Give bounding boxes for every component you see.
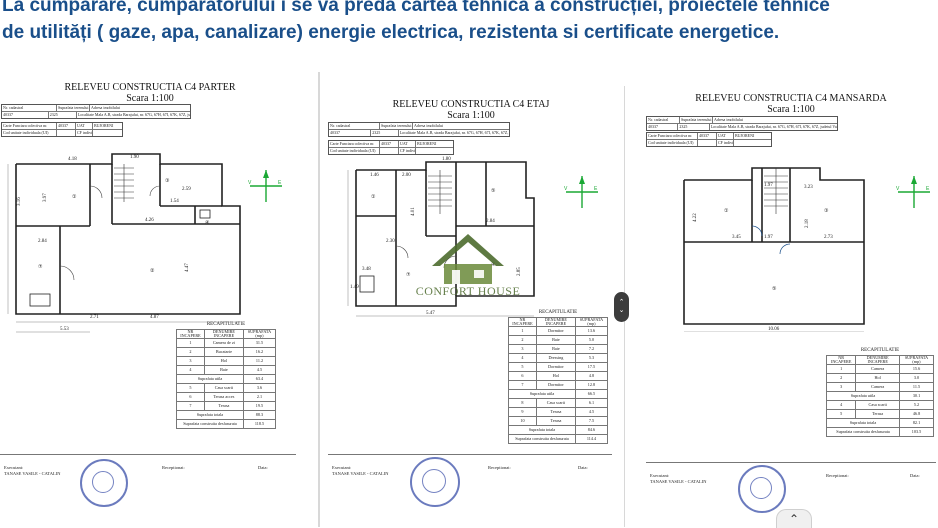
heading-line-1: La cumpărare, cumpăratorului i se va pre… [2,0,830,16]
floor-plan-sheet-etaj: RELEVEU CONSTRUCTIA C4 ETAJ Scara 1:100 … [326,82,616,527]
north-arrow-icon: EV [564,174,600,210]
page-heading: La cumpărare, cumpăratorului i se va pre… [2,0,938,46]
svg-text:1.80: 1.80 [442,157,451,162]
svg-text:1.54: 1.54 [170,199,179,204]
svg-text:3.23: 3.23 [804,185,813,190]
svg-text:4.87: 4.87 [150,315,159,320]
svg-text:1.97: 1.97 [764,235,773,240]
recap-table-etaj: RECAPITULATIE NR INCAPERE DENUMIRE INCAPE… [508,310,609,444]
svg-text:1.97: 1.97 [764,183,773,188]
north-arrow-icon: EV [248,168,284,204]
sheet-title: RELEVEU CONSTRUCTIA C4 ETAJ [392,99,550,110]
svg-text:E: E [278,180,282,186]
cf-header-table: Carte Funciara colectiva nr. 40337 UAT BUJO… [646,132,772,147]
cadastral-header-table: Nr. cadastralSuprafata terenului (mp)Adr… [328,122,510,137]
sheet-title: RELEVEU CONSTRUCTIA C4 PARTER [64,82,236,93]
svg-text:2.84: 2.84 [38,239,47,244]
sheet-divider [318,72,320,527]
svg-text:V: V [564,186,568,192]
cf-header-table: Carte Funciara colectiva nr. 40337 UAT BUJO… [328,140,454,155]
svg-text:2.59: 2.59 [182,187,191,192]
chevron-up-icon[interactable]: ⌃ [614,299,629,307]
svg-text:①: ① [371,194,376,200]
recap-table-mansarda: RECAPITULATIE NR INCAPERE DENUMIRE INCAPE… [825,348,935,437]
cadastral-header-table: Nr. cadastralSuprafata terenului (mp)Adr… [1,104,191,119]
signature-block: Executant: TANASE VASILE - CATALIN Recept… [328,454,612,527]
cf-header-table: Carte Funciara colectiva nr. 40337 UAT BUJO… [1,122,123,137]
svg-text:③: ③ [165,178,170,184]
sheet-title: RELEVEU CONSTRUCTIA C4 MANSARDA [695,93,887,104]
sheet-scale: Scara 1:100 [767,104,815,115]
svg-text:3.16: 3.16 [17,197,22,206]
collapse-button[interactable]: ⌃ [776,509,812,528]
svg-text:4.18: 4.18 [68,157,77,162]
svg-text:1.90: 1.90 [130,155,139,160]
svg-text:10.06: 10.06 [768,327,780,332]
stamp-icon [750,477,772,499]
svg-text:E: E [926,186,930,192]
svg-text:⑤: ⑤ [772,286,777,292]
sheet-scale: Scara 1:100 [447,110,495,121]
chevron-up-icon: ⌃ [788,512,800,526]
cadastral-header-table: Nr. cadastralSuprafata terenului (mp)Adr… [646,116,838,131]
svg-text:①: ① [724,208,729,214]
svg-text:V: V [896,186,900,192]
recap-table-parter: RECAPITULATIE NR INCAPERE DENUMIRE INCAPE… [176,322,277,429]
svg-text:5.47: 5.47 [426,311,435,316]
svg-text:4.01: 4.01 [411,207,416,216]
svg-text:2.18: 2.18 [805,219,810,228]
svg-text:2.84: 2.84 [486,219,495,224]
svg-text:①: ① [72,194,77,200]
stamp-icon [422,469,446,493]
stamp-icon [92,471,114,493]
svg-text:2.30: 2.30 [386,239,395,244]
signature-block: Executant: TANASE VASILE - CATALIN Recept… [0,454,296,525]
heading-line-2: de utilități ( gaze, apa, canalizare) en… [2,22,780,43]
north-arrow-icon: EV [896,174,932,210]
svg-text:4.47: 4.47 [185,263,190,272]
svg-text:⑤: ⑤ [491,188,496,194]
svg-text:⑦: ⑦ [38,264,43,270]
svg-text:E: E [594,186,598,192]
floor-plan-sheet-parter: RELEVEU CONSTRUCTIA C4 PARTER Scara 1:10… [0,76,300,527]
watermark-text: CONFORT HOUSE [415,284,521,298]
svg-text:5.53: 5.53 [60,327,69,332]
svg-text:3.45: 3.45 [732,235,741,240]
svg-text:1.49: 1.49 [350,285,359,290]
svg-text:2.73: 2.73 [824,235,833,240]
svg-text:2.00: 2.00 [402,173,411,178]
svg-text:④: ④ [205,220,210,226]
sheet-scale: Scara 1:100 [126,93,174,104]
svg-text:②: ② [150,268,155,274]
svg-text:4.26: 4.26 [145,218,154,223]
svg-text:4.22: 4.22 [693,213,698,222]
svg-text:2.71: 2.71 [90,315,99,320]
svg-text:V: V [248,180,252,186]
floor-plan-sheet-mansarda: RELEVEU CONSTRUCTIA C4 MANSARDA Scara 1:… [644,82,938,527]
chevron-down-icon[interactable]: ⌄ [614,307,629,315]
floor-plan-drawing: 1.97 3.23 4.22 1.97 2.73 2.18 3.45 10.06… [683,167,865,332]
image-scroll-control[interactable]: ⌃ ⌄ [614,292,629,322]
svg-text:1.46: 1.46 [370,173,379,178]
svg-text:3.97: 3.97 [43,193,48,202]
svg-text:3.48: 3.48 [362,267,371,272]
svg-text:③: ③ [824,208,829,214]
